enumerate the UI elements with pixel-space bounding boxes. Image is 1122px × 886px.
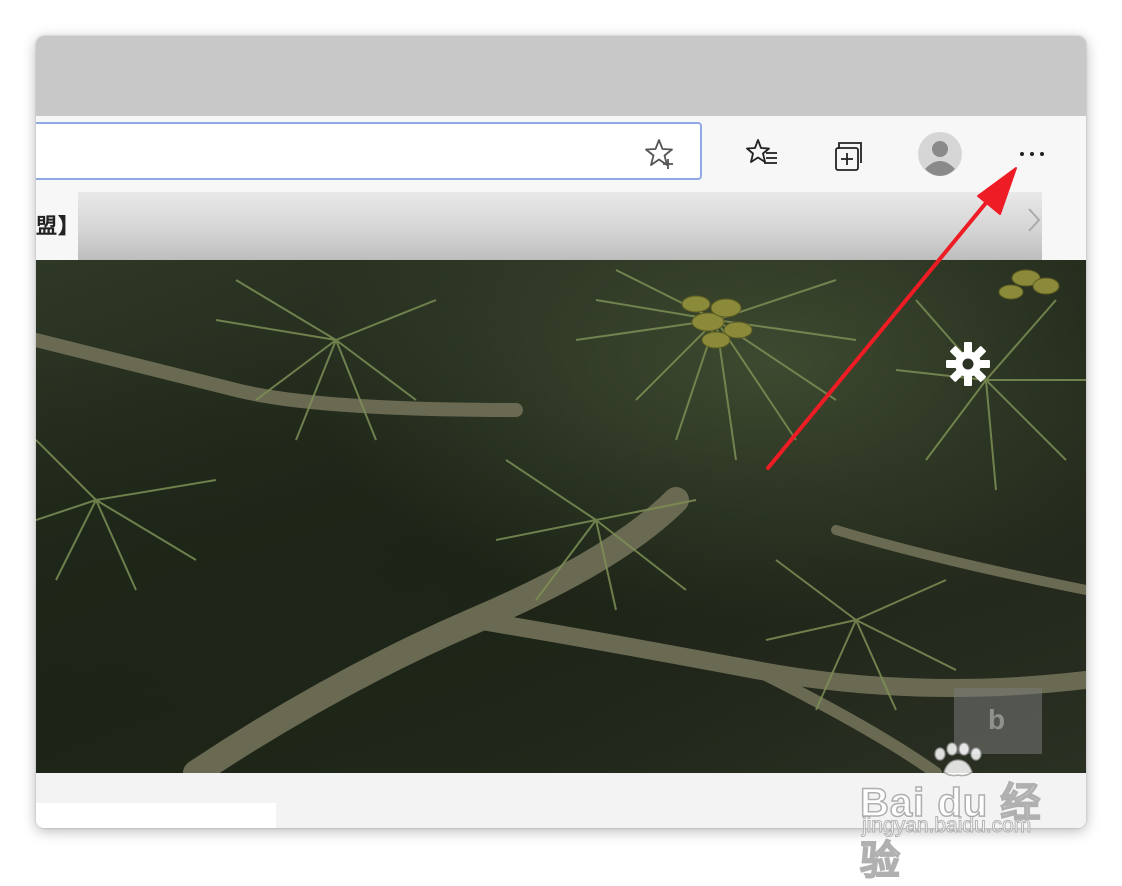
content-card (36, 803, 276, 828)
title-bar (36, 36, 1086, 116)
pine-branches (36, 269, 1086, 773)
collections-button[interactable] (828, 134, 872, 178)
more-button[interactable] (1010, 132, 1054, 176)
background-image (36, 260, 1086, 773)
bing-logo: b (988, 704, 1006, 735)
ellipsis-icon (1020, 152, 1044, 156)
page-footer-area (36, 773, 1086, 828)
star-list-icon (746, 139, 777, 164)
gear-icon[interactable] (944, 340, 992, 388)
favorites-button[interactable] (740, 132, 784, 176)
browser-window: 盟】V b (36, 36, 1086, 828)
dropdown-overlay (78, 192, 1042, 260)
profile-button[interactable] (916, 130, 964, 178)
star-plus-icon[interactable] (644, 137, 678, 171)
collections-icon (835, 142, 862, 171)
chevron-right-icon[interactable] (1026, 206, 1042, 234)
avatar (918, 132, 962, 176)
address-bar[interactable] (36, 122, 702, 180)
toolbar (36, 116, 1086, 194)
bing-logo-tile[interactable]: b (954, 688, 1042, 754)
